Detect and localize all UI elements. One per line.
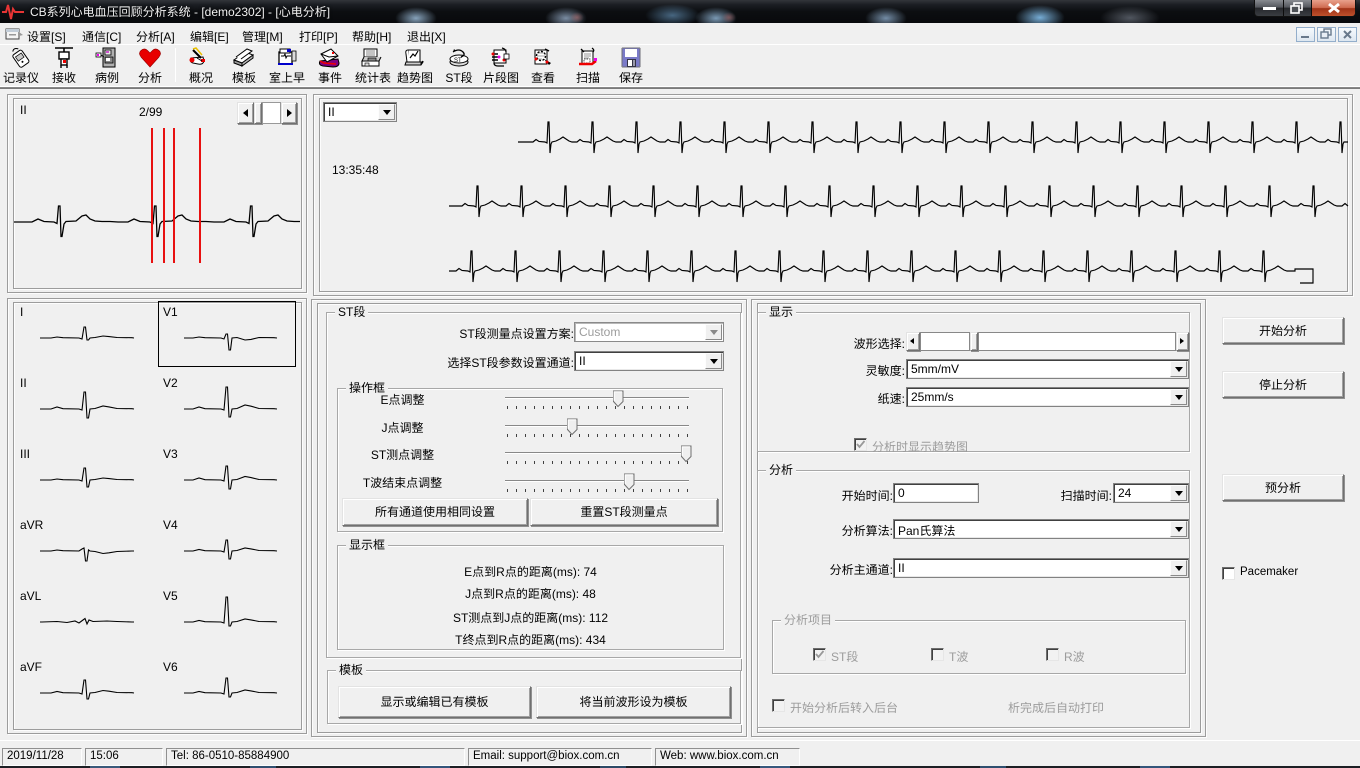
svg-text:ST: ST [454,58,462,64]
